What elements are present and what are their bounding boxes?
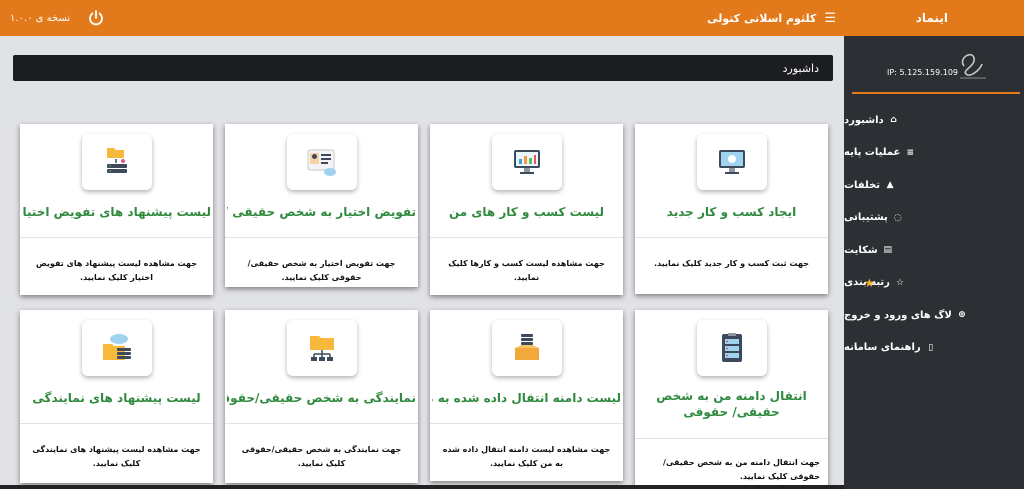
sidebar-item-violations[interactable]: ▲ تخلفات — [844, 169, 1024, 202]
plus-circle-icon: ⊕ — [958, 310, 966, 321]
version-label: نسخه ی ۱.۰.۰ — [10, 12, 71, 24]
sidebar-item-ranking[interactable]: ☆ رتبه بندی ★ — [844, 267, 1024, 300]
sidebar-item-system-guide[interactable]: ▯ راهنمای سامانه ‹ — [844, 332, 1024, 365]
card-my-businesses[interactable]: لیست کسب و کار های من جهت مشاهده لیست کس… — [430, 124, 623, 295]
card-title: لیست پیشنهاد های تفویض اختیار — [22, 205, 211, 219]
monitor-chart-icon — [491, 134, 562, 190]
sidebar-item-dashboard[interactable]: ⌂ داشبورد — [844, 104, 1024, 137]
sidebar-item-label: تخلفات — [844, 179, 881, 191]
computer-upload-icon — [696, 134, 767, 190]
card-representation[interactable]: نمایندگی به شخص حقیقی/حقوقی جهت نمایندگی… — [225, 310, 418, 483]
sidebar-item-support[interactable]: ◌ پشتیبانی ‹ — [844, 202, 1024, 235]
file-icon: ▯ — [928, 342, 934, 353]
folder-server-icon — [81, 134, 152, 190]
sidebar-item-label: پشتیبانی — [844, 212, 888, 224]
sidebar-item-complaint[interactable]: ▤ شکایت — [844, 234, 1024, 267]
card-title: انتقال دامنه من به شخص حقیقی/ حقوقی — [656, 389, 807, 419]
card-description: جهت مشاهده لیست کسب و کارها کلیک نمایید. — [448, 259, 605, 282]
power-icon[interactable] — [86, 8, 106, 28]
card-description: جهت مشاهده لیست دامنه انتقال داده شده به… — [442, 445, 611, 468]
folder-network-icon — [286, 320, 357, 376]
chevron-left-icon: ‹ — [854, 147, 858, 158]
chat-icon: ◌ — [893, 212, 902, 223]
sidebar-item-label: عملیات پایه — [844, 147, 901, 159]
card-divider — [430, 423, 623, 424]
list-icon: ≡ — [906, 147, 915, 158]
card-title: لیست کسب و کار های من — [448, 205, 604, 219]
clipboard-server-icon — [696, 320, 767, 376]
user-name: کلثوم اسلانی کتولی — [707, 11, 817, 25]
main-content: داشبورد ایجاد کسب و کار جدید جهت ثبت کسب… — [0, 36, 844, 489]
card-description: جهت مشاهده لیست پیشنهاد های نمایندگی کلی… — [32, 445, 201, 468]
brand-title[interactable]: اینماد — [844, 0, 1024, 36]
card-divider — [430, 237, 623, 238]
box-server-icon — [491, 320, 562, 376]
card-divider — [635, 237, 828, 238]
star-outline-icon: ☆ — [895, 277, 904, 288]
card-description: جهت مشاهده لیست پیشنهاد های تفویض اختیار… — [36, 259, 197, 282]
bottom-edge — [0, 485, 844, 489]
folder-cloud-icon — [81, 320, 152, 376]
hamburger-menu-icon[interactable]: ☰ — [824, 11, 836, 26]
user-area[interactable]: ☰ کلثوم اسلانی کتولی — [707, 0, 836, 36]
breadcrumb: داشبورد — [13, 55, 833, 81]
card-divider — [635, 438, 828, 439]
card-description: جهت انتقال دامنه من به شخص حقیقی/حقوقی ک… — [663, 458, 820, 481]
card-description: جهت ثبت کسب و کار جدید کلیک نمایید. — [654, 259, 809, 268]
id-card-cloud-icon — [286, 134, 357, 190]
chevron-left-icon: ‹ — [854, 212, 858, 223]
card-description: جهت تفویض اختیار به شخص حقیقی/حقوقی کلیک… — [247, 259, 396, 282]
warning-icon: ▲ — [886, 180, 894, 191]
card-delegation-offers[interactable]: لیست پیشنهاد های تفویض اختیار جهت مشاهده… — [20, 124, 213, 295]
card-divider — [225, 237, 418, 238]
sidebar-item-label: داشبورد — [844, 114, 884, 126]
card-title: ایجاد کسب و کار جدید — [666, 205, 797, 219]
card-received-domains[interactable]: لیست دامنه انتقال داده شده به من جهت مشا… — [430, 310, 623, 481]
card-divider — [20, 237, 213, 238]
card-divider — [20, 423, 213, 424]
sidebar-item-basic-operations[interactable]: ≡ عملیات پایه ‹ — [844, 137, 1024, 170]
card-description: جهت نمایندگی به شخص حقیقی/حقوقی کلیک نما… — [241, 445, 402, 468]
sidebar-item-label: لاگ های ورود و خروج — [844, 309, 952, 321]
sidebar: IP: 5.125.159.109 ⌂ داشبورد ≡ عملیات پای… — [844, 36, 1024, 489]
document-icon: ▤ — [883, 245, 892, 256]
sidebar-item-label: شکایت — [844, 244, 878, 256]
chevron-left-icon: ‹ — [854, 342, 858, 353]
star-icon: ★ — [864, 275, 875, 290]
top-header: نسخه ی ۱.۰.۰ ☰ کلثوم اسلانی کتولی اینماد — [0, 0, 1024, 36]
sidebar-menu: ⌂ داشبورد ≡ عملیات پایه ‹ ▲ تخلفات ◌ پشت… — [844, 104, 1024, 364]
card-new-business[interactable]: ایجاد کسب و کار جدید جهت ثبت کسب و کار ج… — [635, 124, 828, 294]
card-representation-offers[interactable]: لیست پیشنهاد های نمایندگی جهت مشاهده لیس… — [20, 310, 213, 483]
card-title: نمایندگی به شخص حقیقی/حقوقی — [227, 391, 416, 405]
card-delegation[interactable]: تفویض اختیار به شخص حقیقی / حقوقی جهت تف… — [225, 124, 418, 287]
card-transfer-domain[interactable]: انتقال دامنه من به شخص حقیقی/ حقوقی جهت … — [635, 310, 828, 489]
ip-address: IP: 5.125.159.109 — [887, 68, 958, 77]
card-title: لیست دامنه انتقال داده شده به من — [432, 391, 621, 405]
home-icon: ⌂ — [890, 115, 897, 126]
sidebar-item-login-logs[interactable]: ⊕ لاگ های ورود و خروج — [844, 299, 1024, 332]
card-title: لیست پیشنهاد های نمایندگی — [32, 391, 201, 405]
card-title: تفویض اختیار به شخص حقیقی / حقوقی — [227, 205, 416, 219]
sidebar-divider — [852, 92, 1020, 94]
card-divider — [225, 423, 418, 424]
